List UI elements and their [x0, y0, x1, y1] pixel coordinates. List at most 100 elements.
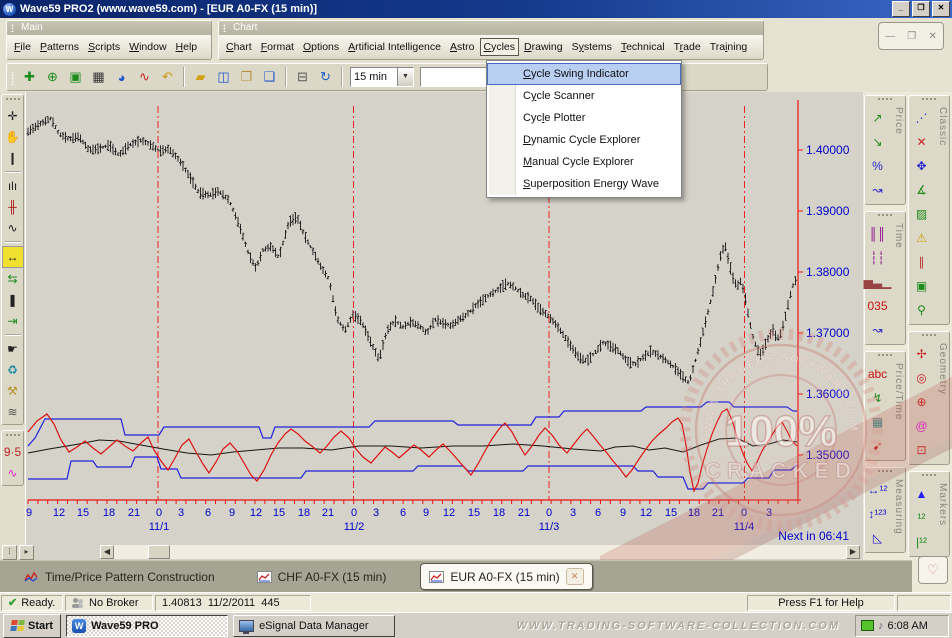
speaker-icon[interactable]: ♪: [878, 620, 884, 632]
gann-fan-icon[interactable]: ∡: [911, 179, 932, 201]
close-button[interactable]: ✕: [932, 1, 950, 17]
crosshair-icon[interactable]: ✛: [3, 106, 23, 126]
tab-eur-a0-fx-15-min[interactable]: EUR A0-FX (15 min)✕: [420, 563, 592, 590]
menu-astro[interactable]: Astro: [446, 38, 479, 56]
select-pointer-icon[interactable]: ☛: [3, 339, 23, 359]
bar-count-icon[interactable]: |¹²: [911, 531, 932, 553]
spiral-icon[interactable]: @: [911, 415, 932, 437]
horizontal-scrollbar[interactable]: ◀ ▶: [100, 545, 860, 559]
mdi-close-button[interactable]: ✕: [928, 31, 936, 42]
price-extension-icon[interactable]: ↘: [867, 131, 888, 153]
paste-page-icon[interactable]: ❐: [236, 67, 257, 88]
spiral-alert-icon[interactable]: ⚠: [911, 227, 932, 249]
new-quote-window-icon[interactable]: ▦: [88, 67, 109, 88]
pattern-builder-icon[interactable]: ∿: [134, 67, 155, 88]
scanner-icon[interactable]: ◕: [111, 67, 132, 88]
scrollbar-thumb[interactable]: [148, 545, 170, 559]
menu-file[interactable]: File: [10, 38, 35, 56]
search-globe-icon[interactable]: ⚲: [911, 299, 932, 321]
gann-grid-icon[interactable]: ▨: [911, 203, 932, 225]
taskbar-button-esignal-data-manager[interactable]: eSignal Data Manager: [233, 615, 395, 637]
settings-wrench-icon[interactable]: ⚒: [3, 381, 23, 401]
menu-format[interactable]: Format: [257, 38, 298, 56]
save-page-icon[interactable]: ❑: [259, 67, 280, 88]
count-marker-icon[interactable]: ¹²: [911, 507, 932, 529]
andrews-pitchfork-icon[interactable]: ⋰: [911, 107, 932, 129]
vertical-cursor-icon[interactable]: ❙: [3, 148, 23, 168]
duplicate-chart-icon[interactable]: ▣: [65, 67, 86, 88]
tab-close-icon[interactable]: ✕: [566, 568, 584, 585]
cycles-menu-item-dynamic-cycle-explorer[interactable]: Dynamic Cycle Explorer: [487, 129, 681, 151]
menu-systems[interactable]: Systems: [568, 38, 616, 56]
measure-angle-icon[interactable]: ◺: [867, 527, 888, 549]
tab-chf-a0-fx-15-min[interactable]: CHF A0-FX (15 min): [249, 566, 395, 588]
grid-icon[interactable]: ▦: [867, 411, 888, 433]
time-cycles-icon[interactable]: ║║: [867, 223, 888, 245]
menu-options[interactable]: Options: [299, 38, 343, 56]
chevron-down-icon[interactable]: ▼: [397, 68, 413, 86]
delete-tool-icon[interactable]: ♻: [3, 360, 23, 380]
chart-canvas[interactable]: 9121518210369121518210369121518210369121…: [25, 92, 863, 560]
expand-bars-icon[interactable]: ⇆: [3, 269, 23, 289]
time-bars-icon[interactable]: ┆┆: [867, 247, 888, 269]
menu-training[interactable]: Training: [706, 38, 752, 56]
menu-artificial-intelligence[interactable]: Artificial Intelligence: [344, 38, 445, 56]
cycles-menu-item-superposition-energy-wave[interactable]: Superposition Energy Wave: [487, 173, 681, 195]
menu-window[interactable]: Window: [125, 38, 170, 56]
up-marker-icon[interactable]: ▲: [911, 483, 932, 505]
grip-icon[interactable]: ⁞: [2, 545, 17, 560]
print-icon[interactable]: ⊟: [292, 67, 313, 88]
price-projection-icon[interactable]: ↝: [867, 179, 888, 201]
mdi-restore-button[interactable]: ❐: [907, 31, 916, 42]
save-icon[interactable]: ◫: [213, 67, 234, 88]
trend-vector-icon[interactable]: ➹: [867, 435, 888, 457]
measure-vertical-icon[interactable]: ↕¹²³: [867, 503, 888, 525]
cycle-tool-icon[interactable]: ∿: [3, 463, 23, 483]
minimize-button[interactable]: _: [892, 1, 910, 17]
reload-icon[interactable]: ↻: [315, 67, 336, 88]
menu-cycles[interactable]: Cycles: [480, 38, 520, 56]
menu-scripts[interactable]: Scripts: [84, 38, 124, 56]
scrollbar-track[interactable]: [114, 545, 846, 559]
new-chart-icon[interactable]: ✚: [19, 67, 40, 88]
restore-button[interactable]: ❐: [912, 1, 930, 17]
tab-time-price-pattern-construction[interactable]: Time/Price Pattern Construction: [16, 566, 223, 588]
menu-patterns[interactable]: Patterns: [36, 38, 83, 56]
time-projection-icon[interactable]: ↝: [867, 319, 888, 341]
menu-help[interactable]: Help: [172, 38, 202, 56]
time-counts-icon[interactable]: 035: [867, 295, 888, 317]
concentric-circles-icon[interactable]: ◎: [911, 367, 932, 389]
cycles-menu-item-cycle-scanner[interactable]: Cycle Scanner: [487, 85, 681, 107]
percent-icon[interactable]: %: [867, 155, 888, 177]
cycles-menu-item-cycle-swing-indicator[interactable]: Cycle Swing Indicator: [487, 63, 681, 85]
menu-technical[interactable]: Technical: [617, 38, 669, 56]
scroll-right-button[interactable]: ▶: [846, 545, 860, 559]
squared-circle-icon[interactable]: ⊡: [911, 439, 932, 461]
parallel-channel-icon[interactable]: ∥: [911, 251, 932, 273]
network-icon[interactable]: [861, 620, 874, 631]
merge-bars-icon[interactable]: ⇥: [3, 311, 23, 331]
menu-drawing[interactable]: Drawing: [520, 38, 567, 56]
cycles-menu-item-manual-cycle-explorer[interactable]: Manual Cycle Explorer: [487, 151, 681, 173]
square-spiral-icon[interactable]: ▣: [911, 275, 932, 297]
cycles-menu-item-cycle-plotter[interactable]: Cycle Plotter: [487, 107, 681, 129]
start-button[interactable]: Start: [3, 614, 61, 638]
price-retracement-icon[interactable]: ↗: [867, 107, 888, 129]
taskbar-button-wave59-pro[interactable]: WWave59 PRO: [66, 615, 228, 637]
text-label-icon[interactable]: abc: [867, 363, 888, 385]
favorites-heart-button[interactable]: ♡: [918, 556, 948, 584]
arrows-cross-icon[interactable]: ✥: [911, 155, 932, 177]
line-chart-icon[interactable]: ∿: [3, 218, 23, 238]
menu-chart[interactable]: Chart: [222, 38, 256, 56]
candlestick-icon[interactable]: ╫: [3, 197, 23, 217]
time-histogram-icon[interactable]: ▅▃▁: [867, 271, 888, 293]
pan-hand-icon[interactable]: ✋: [3, 127, 23, 147]
scroll-left-button[interactable]: ◀: [100, 545, 114, 559]
more-tools-icon[interactable]: ≋: [3, 402, 23, 422]
expand-toolbar-button[interactable]: ▸: [19, 545, 34, 560]
gann-95-icon[interactable]: 9·5: [3, 442, 23, 462]
mdi-minimize-button[interactable]: —: [885, 31, 895, 42]
pattern-zigzag-icon[interactable]: ↯: [867, 387, 888, 409]
measure-horizontal-icon[interactable]: ↔¹²: [867, 479, 888, 501]
hloc-bars-icon[interactable]: ılı: [3, 176, 23, 196]
